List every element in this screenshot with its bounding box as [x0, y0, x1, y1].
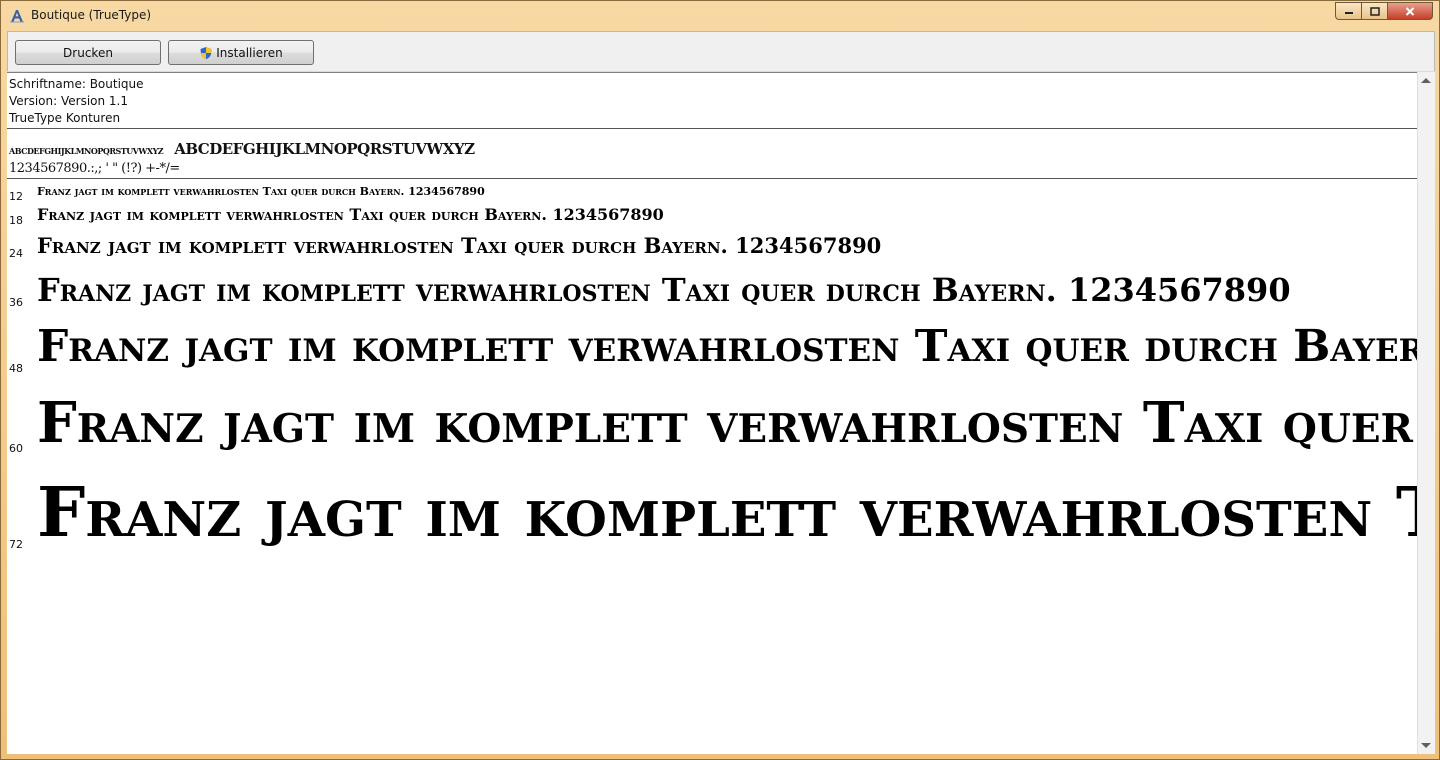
close-icon [1405, 6, 1415, 16]
toolbar: Drucken Installieren [7, 31, 1435, 71]
charset-letters: abcdefghijklmnopqrstuvwxyz ABCDEFGHIJKLM… [9, 139, 475, 158]
vertical-scrollbar[interactable] [1417, 72, 1435, 754]
font-version-line: Version: Version 1.1 [9, 94, 129, 108]
window-controls [1335, 2, 1433, 21]
sample-text: Franz jagt im komplett verwahrlosten Tax… [37, 185, 485, 198]
font-name-line: Schriftname: Boutique [9, 77, 144, 91]
minimize-button[interactable] [1335, 2, 1361, 20]
sample-size-label: 12 [9, 190, 23, 203]
install-button[interactable]: Installieren [168, 40, 314, 65]
print-button[interactable]: Drucken [15, 40, 161, 65]
divider [7, 128, 1417, 129]
sample-size-label: 60 [9, 442, 23, 455]
close-button[interactable] [1387, 2, 1433, 20]
uac-shield-icon [200, 46, 212, 59]
divider [7, 178, 1417, 179]
sample-text: Franz jagt im komplett verwahrlosten Tax… [37, 205, 664, 224]
maximize-icon [1369, 6, 1380, 16]
font-outline-line: TrueType Konturen [9, 111, 121, 125]
window-title: Boutique (TrueType) [31, 8, 152, 22]
sample-size-label: 18 [9, 214, 23, 227]
scroll-up-arrow-icon[interactable] [1421, 78, 1431, 83]
font-preview-pane: Schriftname: Boutique Version: Version 1… [7, 72, 1417, 754]
sample-size-label: 36 [9, 296, 23, 309]
title-bar[interactable]: Boutique (TrueType) [1, 1, 1439, 31]
sample-size-label: 48 [9, 362, 23, 375]
sample-size-label: 24 [9, 247, 23, 260]
sample-text: Franz jagt im komplett verwahrlosten Tax… [37, 233, 882, 258]
charset-uppercase: ABCDEFGHIJKLMNOPQRSTUVWXYZ [174, 140, 475, 158]
font-viewer-window: Boutique (TrueType) Drucken Installieren [0, 0, 1440, 760]
install-button-label: Installieren [216, 45, 283, 60]
charset-lowercase: abcdefghijklmnopqrstuvwxyz [9, 143, 164, 157]
charset-digits-punct: 1234567890.:,; ' " (!?) +-*/= [9, 161, 180, 176]
sample-text: Franz jagt im komplett verwahrlosten Tax… [37, 473, 1417, 553]
sample-text: Franz jagt im komplett verwahrlosten Tax… [37, 390, 1417, 456]
sample-text: Franz jagt im komplett verwahrlosten Tax… [37, 321, 1417, 372]
font-app-icon [10, 10, 24, 23]
sample-text: Franz jagt im komplett verwahrlosten Tax… [37, 271, 1291, 309]
maximize-button[interactable] [1361, 2, 1387, 20]
scroll-down-arrow-icon[interactable] [1421, 743, 1431, 748]
print-button-label: Drucken [63, 45, 113, 60]
font-info: Schriftname: Boutique Version: Version 1… [9, 76, 144, 127]
minimize-icon [1344, 12, 1353, 14]
sample-size-label: 72 [9, 538, 23, 551]
